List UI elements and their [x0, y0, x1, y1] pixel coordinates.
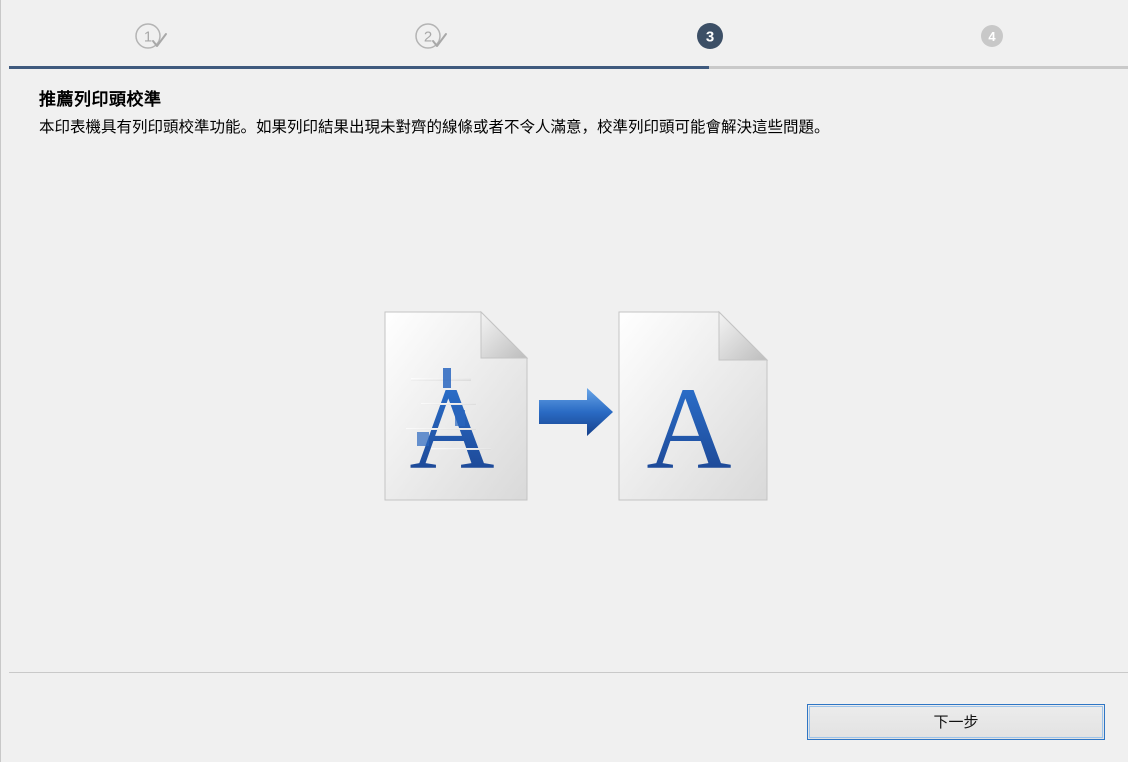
description-text: 本印表機具有列印頭校準功能。如果列印結果出現未對齊的線條或者不令人滿意，校準列印…: [39, 118, 830, 136]
wizard-window: 1 2 3 4 推薦列印頭校準 本印表機具有列印頭校準功能。如果列印結果出現未對…: [0, 0, 1128, 762]
page-title: 推薦列印頭校準: [39, 90, 162, 110]
svg-text:A: A: [646, 363, 731, 494]
step-1-completed-icon: 1: [134, 21, 167, 51]
svg-text:4: 4: [988, 29, 996, 44]
step-2-completed-icon: 2: [414, 21, 447, 51]
next-button[interactable]: 下一步: [807, 704, 1105, 740]
progress-track: [9, 66, 1128, 69]
misaligned-page-icon: A: [384, 310, 529, 501]
step-4-upcoming-icon: 4: [977, 21, 1007, 51]
svg-text:3: 3: [706, 29, 714, 46]
footer-divider: [9, 672, 1128, 673]
alignment-illustration: A A: [381, 308, 771, 504]
step-indicator: 1 2 3 4: [9, 0, 1128, 68]
svg-text:2: 2: [424, 29, 432, 46]
right-arrow-icon: [539, 388, 613, 436]
step-3-current-icon: 3: [695, 21, 725, 51]
progress-fill: [9, 66, 709, 69]
svg-text:1: 1: [144, 29, 152, 46]
aligned-page-icon: A: [618, 310, 769, 501]
